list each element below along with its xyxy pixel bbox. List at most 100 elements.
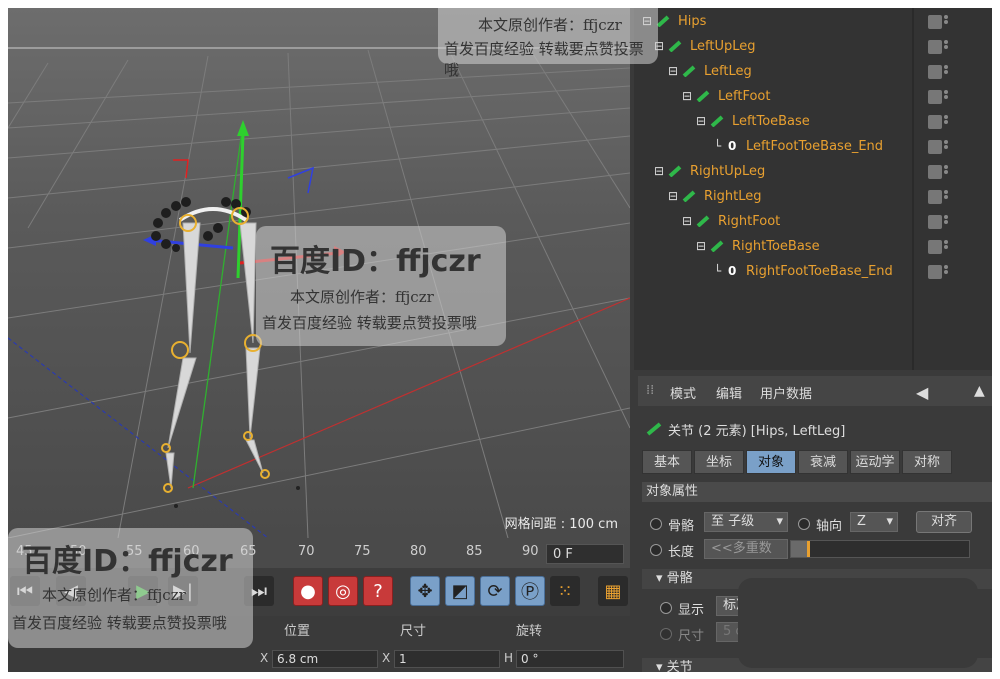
- size-radio[interactable]: [660, 628, 672, 640]
- rotation-header: 旋转: [516, 624, 543, 639]
- render-dots-icon[interactable]: [944, 65, 948, 79]
- render-dots-icon[interactable]: [944, 190, 948, 204]
- visibility-icon[interactable]: [928, 65, 942, 79]
- grip-icon: ⁞⁞: [646, 383, 655, 398]
- render-dots-icon[interactable]: [944, 90, 948, 104]
- timeline-tick: 80: [410, 544, 427, 559]
- app-window: 网格间距 : 100 cm 45 50 55 60 65 70 75 80 85…: [8, 8, 992, 672]
- render-dots-icon[interactable]: [944, 15, 948, 29]
- object-name: LeftFootToeBase_End: [746, 139, 884, 154]
- render-dots-icon[interactable]: [944, 265, 948, 279]
- point-level-icon[interactable]: ⁙: [550, 576, 580, 606]
- tree-connector: ⊟: [654, 164, 665, 178]
- display-radio[interactable]: [660, 602, 672, 614]
- visibility-icon[interactable]: [928, 265, 942, 279]
- object-row[interactable]: ⊟ LeftFoot: [634, 85, 992, 110]
- display-label: 显示: [678, 603, 705, 618]
- object-row[interactable]: ⊟ RightLeg: [634, 185, 992, 210]
- visibility-icon[interactable]: [928, 90, 942, 104]
- joint-group-label: 关节: [666, 660, 693, 672]
- slider-fill: [791, 541, 807, 557]
- bone-dropdown[interactable]: 至 子级 ▾: [704, 512, 788, 532]
- object-name: RightToeBase: [732, 239, 820, 254]
- h-rotation-field[interactable]: 0 °: [516, 650, 624, 668]
- object-properties-header: 对象属性: [642, 482, 992, 502]
- object-name: LeftFoot: [718, 89, 771, 104]
- x-position-field[interactable]: 6.8 cm: [272, 650, 378, 668]
- visibility-icon[interactable]: [928, 140, 942, 154]
- object-row[interactable]: └ 0 LeftFootToeBase_End: [634, 135, 992, 160]
- tab-kinematics[interactable]: 运动学: [850, 450, 900, 474]
- scale-key-icon[interactable]: ◩: [445, 576, 475, 606]
- object-name: RightUpLeg: [690, 164, 766, 179]
- render-dots-icon[interactable]: [944, 140, 948, 154]
- slider-handle[interactable]: [807, 541, 810, 557]
- bones-group-label: 骨骼: [666, 571, 693, 586]
- object-name: RightFootToeBase_End: [746, 264, 893, 279]
- axis-dropdown[interactable]: Z ▾: [850, 512, 898, 532]
- keyframe-selection-icon[interactable]: ?: [363, 576, 393, 606]
- visibility-icon[interactable]: [928, 190, 942, 204]
- rotate-key-icon[interactable]: ⟳: [480, 576, 510, 606]
- length-radio[interactable]: [650, 544, 662, 556]
- tab-falloff[interactable]: 衰减: [798, 450, 848, 474]
- axis-radio[interactable]: [798, 518, 810, 530]
- object-row[interactable]: ⊟ RightToeBase: [634, 235, 992, 260]
- object-row[interactable]: ⊟ Hips: [634, 10, 992, 35]
- length-slider[interactable]: [790, 540, 970, 558]
- tree-connector: ⊟: [668, 64, 679, 78]
- collapse-arrow-icon: ▾: [656, 571, 667, 586]
- length-field[interactable]: <<多重数: [704, 539, 788, 559]
- back-arrow-icon[interactable]: ◀: [916, 383, 928, 402]
- x-axis-label: X: [382, 651, 391, 665]
- watermark-top: 本文原创作者：ffjczr 首发百度经验 转载要点赞投票哦: [438, 8, 658, 79]
- object-row[interactable]: ⊟ LeftLeg: [634, 60, 992, 85]
- object-row[interactable]: ⊟ RightUpLeg: [634, 160, 992, 185]
- object-name: RightFoot: [718, 214, 781, 229]
- object-name: RightLeg: [704, 189, 762, 204]
- collapse-arrow-icon: ▾: [656, 660, 667, 672]
- tree-connector: ⊟: [682, 214, 693, 228]
- size-header: 尺寸: [400, 624, 427, 639]
- render-dots-icon[interactable]: [944, 215, 948, 229]
- watermark-author: 本文原创作者：ffjczr: [42, 586, 186, 604]
- current-frame-field[interactable]: 0 F: [546, 544, 624, 564]
- tab-basic[interactable]: 基本: [642, 450, 692, 474]
- render-dots-icon[interactable]: [944, 115, 948, 129]
- menu-user-data[interactable]: 用户数据: [760, 383, 812, 402]
- render-dots-icon[interactable]: [944, 165, 948, 179]
- x-size-field[interactable]: 1: [394, 650, 500, 668]
- visibility-icon[interactable]: [928, 165, 942, 179]
- render-dots-icon[interactable]: [944, 40, 948, 54]
- grid-spacing-label: 网格间距 : 100 cm: [504, 517, 618, 532]
- object-row[interactable]: ⊟ LeftUpLeg: [634, 35, 992, 60]
- tab-symmetry[interactable]: 对称: [902, 450, 952, 474]
- chevron-down-icon: ▾: [886, 514, 893, 529]
- object-row[interactable]: ⊟ LeftToeBase: [634, 110, 992, 135]
- move-key-icon[interactable]: ✥: [410, 576, 440, 606]
- x-axis-label: X: [260, 651, 269, 665]
- tab-object[interactable]: 对象: [746, 450, 796, 474]
- visibility-icon[interactable]: [928, 240, 942, 254]
- menu-edit[interactable]: 编辑: [716, 383, 742, 402]
- visibility-icon[interactable]: [928, 115, 942, 129]
- visibility-icon[interactable]: [928, 40, 942, 54]
- film-strip-icon[interactable]: ▦: [598, 576, 628, 606]
- autokey-icon[interactable]: ◎: [328, 576, 358, 606]
- object-name: Hips: [678, 14, 707, 29]
- tab-coordinates[interactable]: 坐标: [694, 450, 744, 474]
- visibility-icon[interactable]: [928, 15, 942, 29]
- render-dots-icon[interactable]: [944, 240, 948, 254]
- visibility-icon[interactable]: [928, 215, 942, 229]
- up-arrow-icon[interactable]: ▲: [974, 383, 985, 399]
- parameter-key-icon[interactable]: Ⓟ: [515, 576, 545, 606]
- record-keyframe-icon[interactable]: ●: [293, 576, 323, 606]
- object-row[interactable]: └ 0 RightFootToeBase_End: [634, 260, 992, 285]
- attribute-title: 关节 (2 元素) [Hips, LeftLeg]: [668, 424, 846, 439]
- object-row[interactable]: ⊟ RightFoot: [634, 210, 992, 235]
- menu-mode[interactable]: 模式: [670, 383, 696, 402]
- watermark-bottom-left: 百度ID：ffjczr 本文原创作者：ffjczr 首发百度经验 转载要点赞投票…: [8, 528, 253, 648]
- bone-radio[interactable]: [650, 518, 662, 530]
- watermark-note: 首发百度经验 转载要点赞投票哦: [12, 614, 227, 632]
- align-button[interactable]: 对齐: [916, 511, 972, 533]
